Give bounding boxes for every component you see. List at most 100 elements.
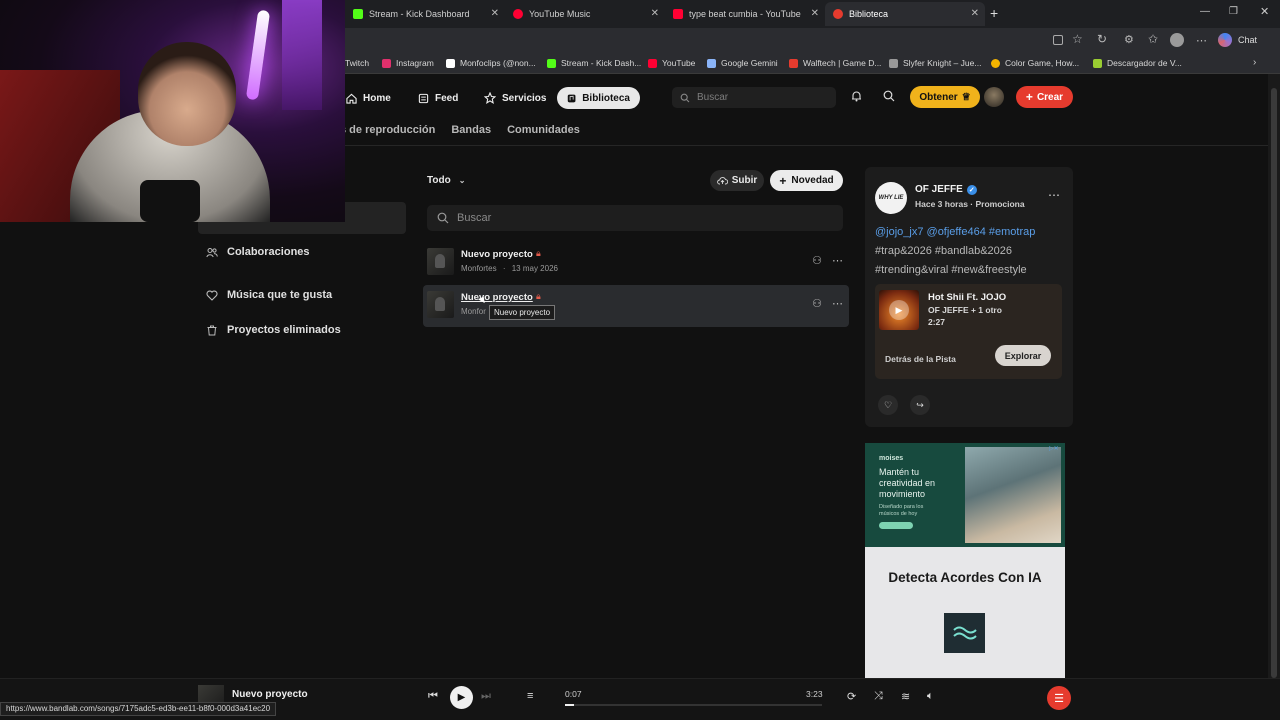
like-button[interactable]: ♡: [878, 395, 898, 415]
obtener-button[interactable]: Obtener ♕: [910, 86, 980, 108]
bookmark-twitch[interactable]: Twitch: [345, 58, 369, 68]
bookmark-kick[interactable]: Stream - Kick Dash...: [547, 58, 641, 68]
player-progress-track[interactable]: [565, 704, 822, 706]
play-button[interactable]: ▶: [450, 686, 473, 709]
window-close-icon[interactable]: ✕: [1260, 5, 1269, 18]
post-user[interactable]: OF JEFFE ✓: [915, 184, 977, 195]
post-hashtags[interactable]: #trap&2026 #bandlab&2026: [875, 242, 1065, 261]
webcam-background-light: [282, 0, 322, 110]
bookmark-gemini[interactable]: Google Gemini: [707, 58, 778, 68]
volume-icon[interactable]: 🔈︎: [927, 690, 934, 703]
track-card[interactable]: ▶ Hot Shii Ft. JOJO OF JEFFE + 1 otro 2:…: [875, 284, 1062, 379]
apps-icon[interactable]: [1053, 35, 1063, 45]
project-title[interactable]: Nuevo proyecto: [461, 249, 533, 260]
sidebar-item-proyectos-eliminados[interactable]: Proyectos eliminados: [206, 324, 341, 336]
close-icon[interactable]: ✕: [491, 8, 499, 19]
playlist-button[interactable]: ☰: [1047, 686, 1071, 710]
bookmark-slyfer[interactable]: Slyfer Knight – Jue...: [889, 58, 981, 68]
profile-avatar[interactable]: [1170, 33, 1184, 47]
subnav-comunidades[interactable]: Comunidades: [507, 124, 580, 142]
crear-button[interactable]: + Crear: [1016, 86, 1073, 108]
more-options-icon[interactable]: ⋯: [1048, 188, 1060, 202]
new-tab-button[interactable]: +: [990, 5, 998, 21]
nav-home[interactable]: Home: [346, 87, 391, 109]
restore-icon[interactable]: ❐: [1229, 6, 1238, 17]
avatar-logo-text: WHY LIE: [878, 195, 904, 201]
bookmark-monfoclips[interactable]: Monfoclips (@non...: [446, 58, 536, 68]
post-hashtags[interactable]: #trending&viral #new&freestyle: [875, 261, 1065, 280]
post-mentions[interactable]: @jojo_jx7 @ofjeffe464 #emotrap: [875, 226, 1035, 238]
player-track-title[interactable]: Nuevo proyecto: [232, 689, 308, 700]
collab-icon[interactable]: ⚇: [812, 254, 822, 267]
explore-button[interactable]: Explorar: [995, 345, 1051, 366]
feed-icon: [418, 93, 429, 103]
track-cover: ▶: [879, 290, 919, 330]
ad-cta[interactable]: [879, 522, 913, 529]
sidebar-item-musica-que-te-gusta[interactable]: Música que te gusta: [206, 289, 332, 301]
play-icon[interactable]: ▶: [889, 300, 909, 320]
project-row[interactable]: Nuevo proyecto 🔒︎ Monfor ⚇ ⋯: [423, 285, 849, 327]
star-icon[interactable]: ☆: [1072, 32, 1083, 46]
novedad-button[interactable]: + Novedad: [770, 170, 843, 191]
extensions-icon[interactable]: ⚙: [1124, 33, 1134, 46]
copilot-icon[interactable]: [1218, 33, 1232, 47]
close-icon[interactable]: ✕: [651, 8, 659, 19]
shuffle-icon[interactable]: ⤨: [874, 690, 883, 703]
subnav-bandas[interactable]: Bandas: [451, 124, 491, 142]
share-button[interactable]: ↪: [910, 395, 930, 415]
project-thumbnail: [427, 291, 454, 318]
ad-subtext: Diseñado para los músicos de hoy: [879, 504, 924, 517]
queue-icon[interactable]: ≡: [527, 690, 533, 702]
subnav-playlists[interactable]: s de reproducción: [340, 124, 435, 142]
page-scrollbar[interactable]: [1268, 74, 1280, 678]
more-icon[interactable]: ⋯: [1196, 34, 1207, 47]
favorites-icon[interactable]: ✩: [1148, 32, 1158, 46]
post-avatar[interactable]: WHY LIE: [875, 182, 907, 214]
bell-icon[interactable]: [851, 90, 862, 102]
minimize-icon[interactable]: —: [1200, 6, 1210, 17]
search-icon[interactable]: [883, 90, 895, 102]
scrollbar-thumb[interactable]: [1271, 88, 1277, 678]
next-icon[interactable]: ⏭: [481, 690, 491, 703]
search-input[interactable]: Buscar: [672, 87, 836, 108]
chat-button[interactable]: Chat: [1238, 35, 1257, 45]
user-avatar[interactable]: [984, 87, 1004, 107]
heart-icon: [206, 290, 218, 301]
bookmark-label: Slyfer Knight – Jue...: [903, 58, 982, 68]
subir-button[interactable]: Subir: [710, 170, 764, 191]
library-search-input[interactable]: Buscar: [427, 205, 843, 231]
more-options-icon[interactable]: ⋯: [832, 297, 843, 310]
chevron-right-icon[interactable]: ›: [1253, 57, 1256, 68]
bookmark-instagram[interactable]: Instagram: [382, 58, 434, 68]
advertisement[interactable]: moises Mantén tu creatividad en movimien…: [865, 443, 1065, 678]
filter-dropdown[interactable]: Todo ⌄: [427, 175, 465, 186]
project-title[interactable]: Nuevo proyecto: [461, 292, 533, 303]
refresh-icon[interactable]: ↻: [1097, 32, 1107, 46]
bookmark-walftech[interactable]: Walftech | Game D...: [789, 58, 881, 68]
bookmark-color-game[interactable]: Color Game, How...: [991, 58, 1079, 68]
close-icon[interactable]: ✕: [971, 8, 979, 19]
track-title[interactable]: Hot Shii Ft. JOJO: [928, 292, 1006, 303]
tab-kick-dashboard[interactable]: Stream - Kick Dashboard ✕: [345, 2, 505, 26]
meta-separator: ·: [502, 264, 506, 273]
bookmark-youtube[interactable]: YouTube: [648, 58, 695, 68]
share-icon: ↪: [916, 399, 924, 410]
nav-biblioteca[interactable]: Biblioteca: [557, 87, 640, 109]
track-artist[interactable]: OF JEFFE + 1 otro: [928, 305, 1002, 315]
bookmark-descargador[interactable]: Descargador de V...: [1093, 58, 1182, 68]
sidebar-item-colaboraciones[interactable]: Colaboraciones: [206, 246, 310, 258]
project-author: Monfortes: [461, 264, 497, 273]
waveform-icon[interactable]: ≋: [901, 690, 910, 703]
tab-type-beat[interactable]: type beat cumbia - YouTube ✕: [665, 2, 825, 26]
collab-icon[interactable]: ⚇: [812, 297, 822, 310]
close-icon[interactable]: ✕: [811, 8, 819, 19]
previous-icon[interactable]: ⏮: [428, 690, 438, 703]
nav-servicios[interactable]: Servicios: [484, 87, 546, 109]
tab-biblioteca[interactable]: Biblioteca ✕: [825, 2, 985, 26]
project-row[interactable]: Nuevo proyecto 🔒︎ Monfortes · 13 may 202…: [423, 242, 849, 284]
more-options-icon[interactable]: ⋯: [832, 254, 843, 267]
tab-youtube-music[interactable]: YouTube Music ✕: [505, 2, 665, 26]
repeat-icon[interactable]: ⟳: [847, 690, 856, 703]
nav-feed[interactable]: Feed: [418, 87, 458, 109]
ad-choices-icon[interactable]: ▷✕: [1049, 445, 1059, 452]
